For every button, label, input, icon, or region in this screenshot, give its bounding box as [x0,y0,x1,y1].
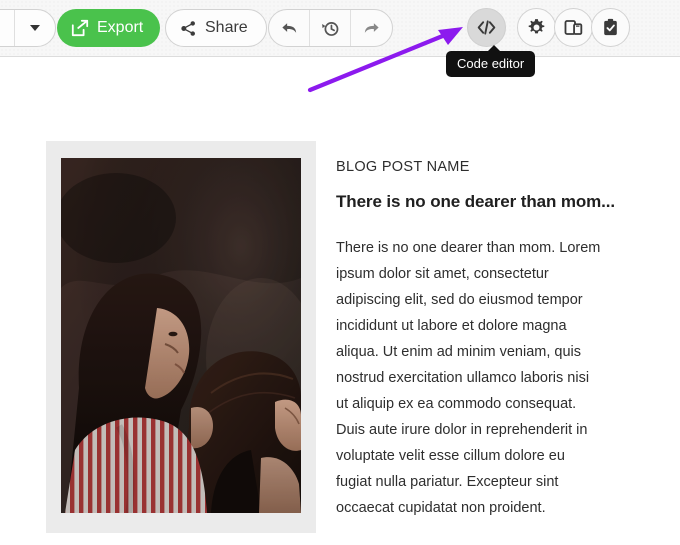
clipboard-check-icon [604,18,617,36]
email-canvas: BLOG POST NAME There is no one dearer th… [0,58,680,545]
post-body-text: There is no one dearer than mom. Lorem i… [336,240,601,516]
history-button-group [268,9,393,47]
template-primary-button[interactable] [0,10,15,46]
post-title: There is no one dearer than mom... [336,192,616,211]
version-history-button[interactable] [310,10,351,46]
export-share-icon [71,19,89,37]
export-button[interactable]: Export [57,9,161,47]
post-kicker: BLOG POST NAME [336,159,470,175]
clock-rewind-icon [321,21,338,36]
template-dropdown-button[interactable] [15,10,55,46]
tablet-phone-icon [564,20,583,35]
undo-arrow-icon [281,22,296,33]
chevron-down-icon [30,25,40,31]
tooltip-code-editor: Code editor [446,45,536,77]
blog-post-block: BLOG POST NAME There is no one dearer th… [46,141,618,545]
settings-button[interactable] [517,8,556,47]
tooltip-label: Code editor [457,56,525,71]
redo-arrow-icon [364,22,379,33]
editor-toolbar: Export Share [0,0,680,57]
preflight-check-button[interactable] [591,8,630,47]
redo-button[interactable] [351,10,392,46]
share-nodes-icon [181,20,195,36]
gear-icon [528,19,545,34]
share-button-label: Share [205,19,248,36]
post-text-column: BLOG POST NAME There is no one dearer th… [316,141,618,545]
code-editor-button[interactable] [467,8,506,47]
code-brackets-icon [477,20,496,35]
post-image-frame [46,141,316,533]
export-button-label: Export [97,19,144,36]
device-preview-button[interactable] [554,8,593,47]
mother-and-daughter-photo[interactable] [61,158,301,513]
template-actions-group [0,9,56,47]
undo-button[interactable] [269,10,310,46]
share-button[interactable]: Share [165,9,267,47]
